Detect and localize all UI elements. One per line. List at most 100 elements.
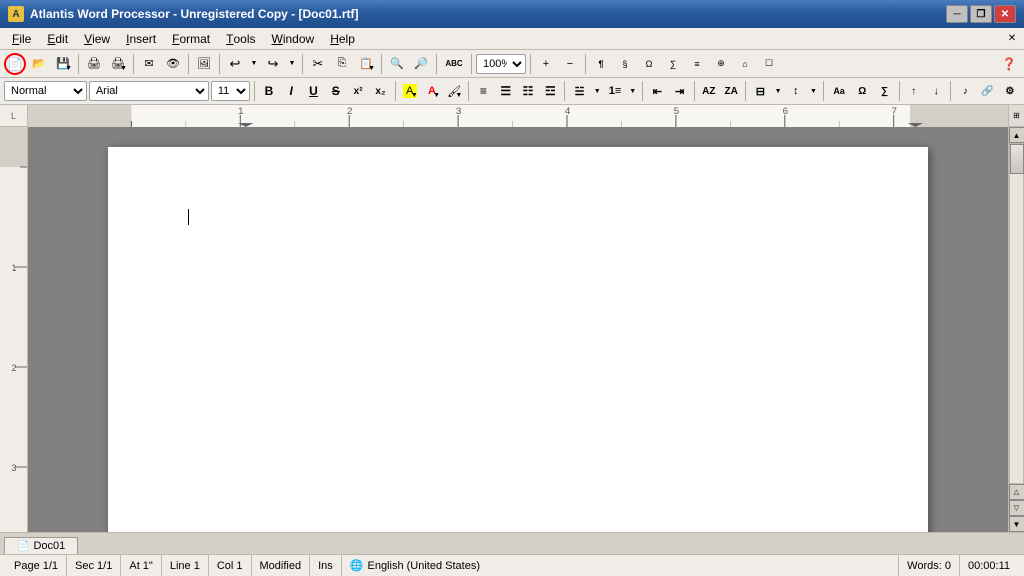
email-button[interactable]: ✉ xyxy=(138,53,160,75)
print-preview-button[interactable]: 🖨 xyxy=(83,53,105,75)
sort-desc-button[interactable]: ZA xyxy=(721,80,741,102)
superscript-button[interactable]: x² xyxy=(348,80,368,102)
print-button[interactable]: 🖨 ▼ xyxy=(107,53,129,75)
undo-button[interactable]: ↩ xyxy=(224,53,246,75)
scroll-page-up-btn[interactable]: △ xyxy=(1009,484,1024,500)
more-btn1[interactable]: Ω xyxy=(852,80,872,102)
copy-button[interactable]: ⎘ xyxy=(331,53,353,75)
menu-close-btn[interactable]: ✕ xyxy=(1004,31,1020,47)
menu-item-insert[interactable]: Insert xyxy=(118,28,164,49)
title-minimize-btn[interactable]: ─ xyxy=(946,5,968,23)
bg-color-button[interactable]: 🖌 ▼ xyxy=(444,80,464,102)
image-icon: 🖼 xyxy=(197,57,211,70)
highlight-button[interactable]: A ▼ xyxy=(399,80,419,102)
bullet-dropdown[interactable]: ▼ xyxy=(592,80,603,102)
status-position: At 1" xyxy=(121,555,161,576)
scroll-thumb[interactable] xyxy=(1010,144,1024,174)
title-close-btn[interactable]: ✕ xyxy=(994,5,1016,23)
svg-text:7: 7 xyxy=(891,105,896,116)
bullet-list-button[interactable]: ☱ xyxy=(569,80,589,102)
subscript-button[interactable]: x₂ xyxy=(370,80,390,102)
format-btn5[interactable]: ≡ xyxy=(686,53,708,75)
doc-tab[interactable]: 📄 Doc01 xyxy=(4,537,78,554)
scroll-page-down-btn[interactable]: ▽ xyxy=(1009,500,1024,516)
help-icon-btn[interactable]: ❓ xyxy=(998,53,1020,75)
ls-dropdown[interactable]: ▼ xyxy=(808,80,819,102)
line-spacing-button[interactable]: ↕ xyxy=(786,80,806,102)
ruler-scroll-button[interactable]: ⊞ xyxy=(1008,105,1024,126)
format-btn8[interactable]: ☐ xyxy=(758,53,780,75)
view-button[interactable]: 👁 xyxy=(162,53,184,75)
open-button[interactable]: 📂 xyxy=(28,53,50,75)
replace-button[interactable]: 🔎 xyxy=(410,53,432,75)
tb-sep-f4 xyxy=(564,81,565,101)
size-select[interactable]: 11 8 9 10 12 14 16 18 24 36 xyxy=(211,81,250,101)
format-btn7[interactable]: ⌂ xyxy=(734,53,756,75)
font-select[interactable]: Arial Times New Roman Courier New xyxy=(89,81,209,101)
paste-button[interactable]: 📋 ▼ xyxy=(355,53,377,75)
cut-button[interactable]: ✂ xyxy=(307,53,329,75)
svg-text:2: 2 xyxy=(11,363,16,373)
format-btn4[interactable]: ∑ xyxy=(662,53,684,75)
spell-button[interactable]: ABC xyxy=(441,53,467,75)
tb-sep-2 xyxy=(133,54,134,74)
scroll-up-btn[interactable]: ▲ xyxy=(1009,127,1024,143)
image-button[interactable]: 🖼 xyxy=(193,53,215,75)
up-arrow-btn[interactable]: ↑ xyxy=(904,80,924,102)
increase-indent-button[interactable]: ⇥ xyxy=(669,80,689,102)
menu-item-tools[interactable]: Tools xyxy=(218,28,263,49)
redo-button[interactable]: ↪ xyxy=(262,53,284,75)
save-button[interactable]: 💾 ▼ xyxy=(52,53,74,75)
image-inline-btn[interactable]: ⚙ xyxy=(1000,80,1020,102)
italic-button[interactable]: I xyxy=(281,80,301,102)
format-btn1[interactable]: ¶ xyxy=(590,53,612,75)
scroll-down-btn[interactable]: ▼ xyxy=(1009,516,1024,532)
right-scrollbar: ▲ △ ▽ ▼ xyxy=(1008,127,1024,532)
format-btn3[interactable]: Ω xyxy=(638,53,660,75)
numbered-list-button[interactable]: 1≡ xyxy=(605,80,625,102)
new-button[interactable]: 📄 xyxy=(4,53,26,75)
bold-button[interactable]: B xyxy=(259,80,279,102)
zoom-select[interactable]: 100% 50% 75% 125% 150% 200% xyxy=(476,54,526,74)
format-btn2[interactable]: § xyxy=(614,53,636,75)
strikethrough-button[interactable]: S xyxy=(326,80,346,102)
redo-dropdown[interactable]: ▼ xyxy=(286,53,298,75)
cut-icon: ✂ xyxy=(313,56,324,72)
document-page[interactable]: ALL PC World All apps for a free taste xyxy=(108,147,928,532)
find-button[interactable]: 🔍 xyxy=(386,53,408,75)
menu-item-help[interactable]: Help xyxy=(322,28,363,49)
undo-dropdown[interactable]: ▼ xyxy=(248,53,260,75)
underline-button[interactable]: U xyxy=(303,80,323,102)
align-left-button[interactable]: ≡ xyxy=(473,80,493,102)
style-select[interactable]: Normal Heading 1 Heading 2 Title xyxy=(4,81,87,101)
view-icon: 👁 xyxy=(166,57,180,70)
menu-item-view[interactable]: View xyxy=(76,28,118,49)
status-line: Line 1 xyxy=(162,555,209,576)
menu-item-edit[interactable]: Edit xyxy=(39,28,76,49)
zoom-in-button[interactable]: + xyxy=(535,53,557,75)
down-arrow-btn[interactable]: ↓ xyxy=(926,80,946,102)
link-btn[interactable]: 🔗 xyxy=(977,80,997,102)
num-dropdown[interactable]: ▼ xyxy=(627,80,638,102)
more-btn2[interactable]: ∑ xyxy=(874,80,894,102)
menu-item-window[interactable]: Window xyxy=(264,28,323,49)
columns-button[interactable]: ⊟ xyxy=(750,80,770,102)
format-btn6[interactable]: ⊕ xyxy=(710,53,732,75)
align-right-button[interactable]: ☷ xyxy=(518,80,538,102)
sort-button[interactable]: AZ xyxy=(699,80,719,102)
svg-text:3: 3 xyxy=(456,105,461,116)
special-char-button[interactable]: Aa xyxy=(828,80,850,102)
scroll-track[interactable] xyxy=(1009,143,1024,484)
decrease-indent-button[interactable]: ⇤ xyxy=(647,80,667,102)
document-area[interactable]: ALL PC World All apps for a free taste xyxy=(28,127,1008,532)
zoom-out-button[interactable]: − xyxy=(559,53,581,75)
menu-item-file[interactable]: File xyxy=(4,28,39,49)
menu-item-format[interactable]: Format xyxy=(164,28,218,49)
title-restore-btn[interactable]: ❐ xyxy=(970,5,992,23)
align-center-button[interactable]: ☰ xyxy=(496,80,516,102)
music-btn[interactable]: ♪ xyxy=(955,80,975,102)
copy-icon: ⎘ xyxy=(338,57,347,70)
align-justify-button[interactable]: ☲ xyxy=(540,80,560,102)
font-color-button[interactable]: A ▼ xyxy=(422,80,442,102)
cols-dropdown[interactable]: ▼ xyxy=(773,80,784,102)
